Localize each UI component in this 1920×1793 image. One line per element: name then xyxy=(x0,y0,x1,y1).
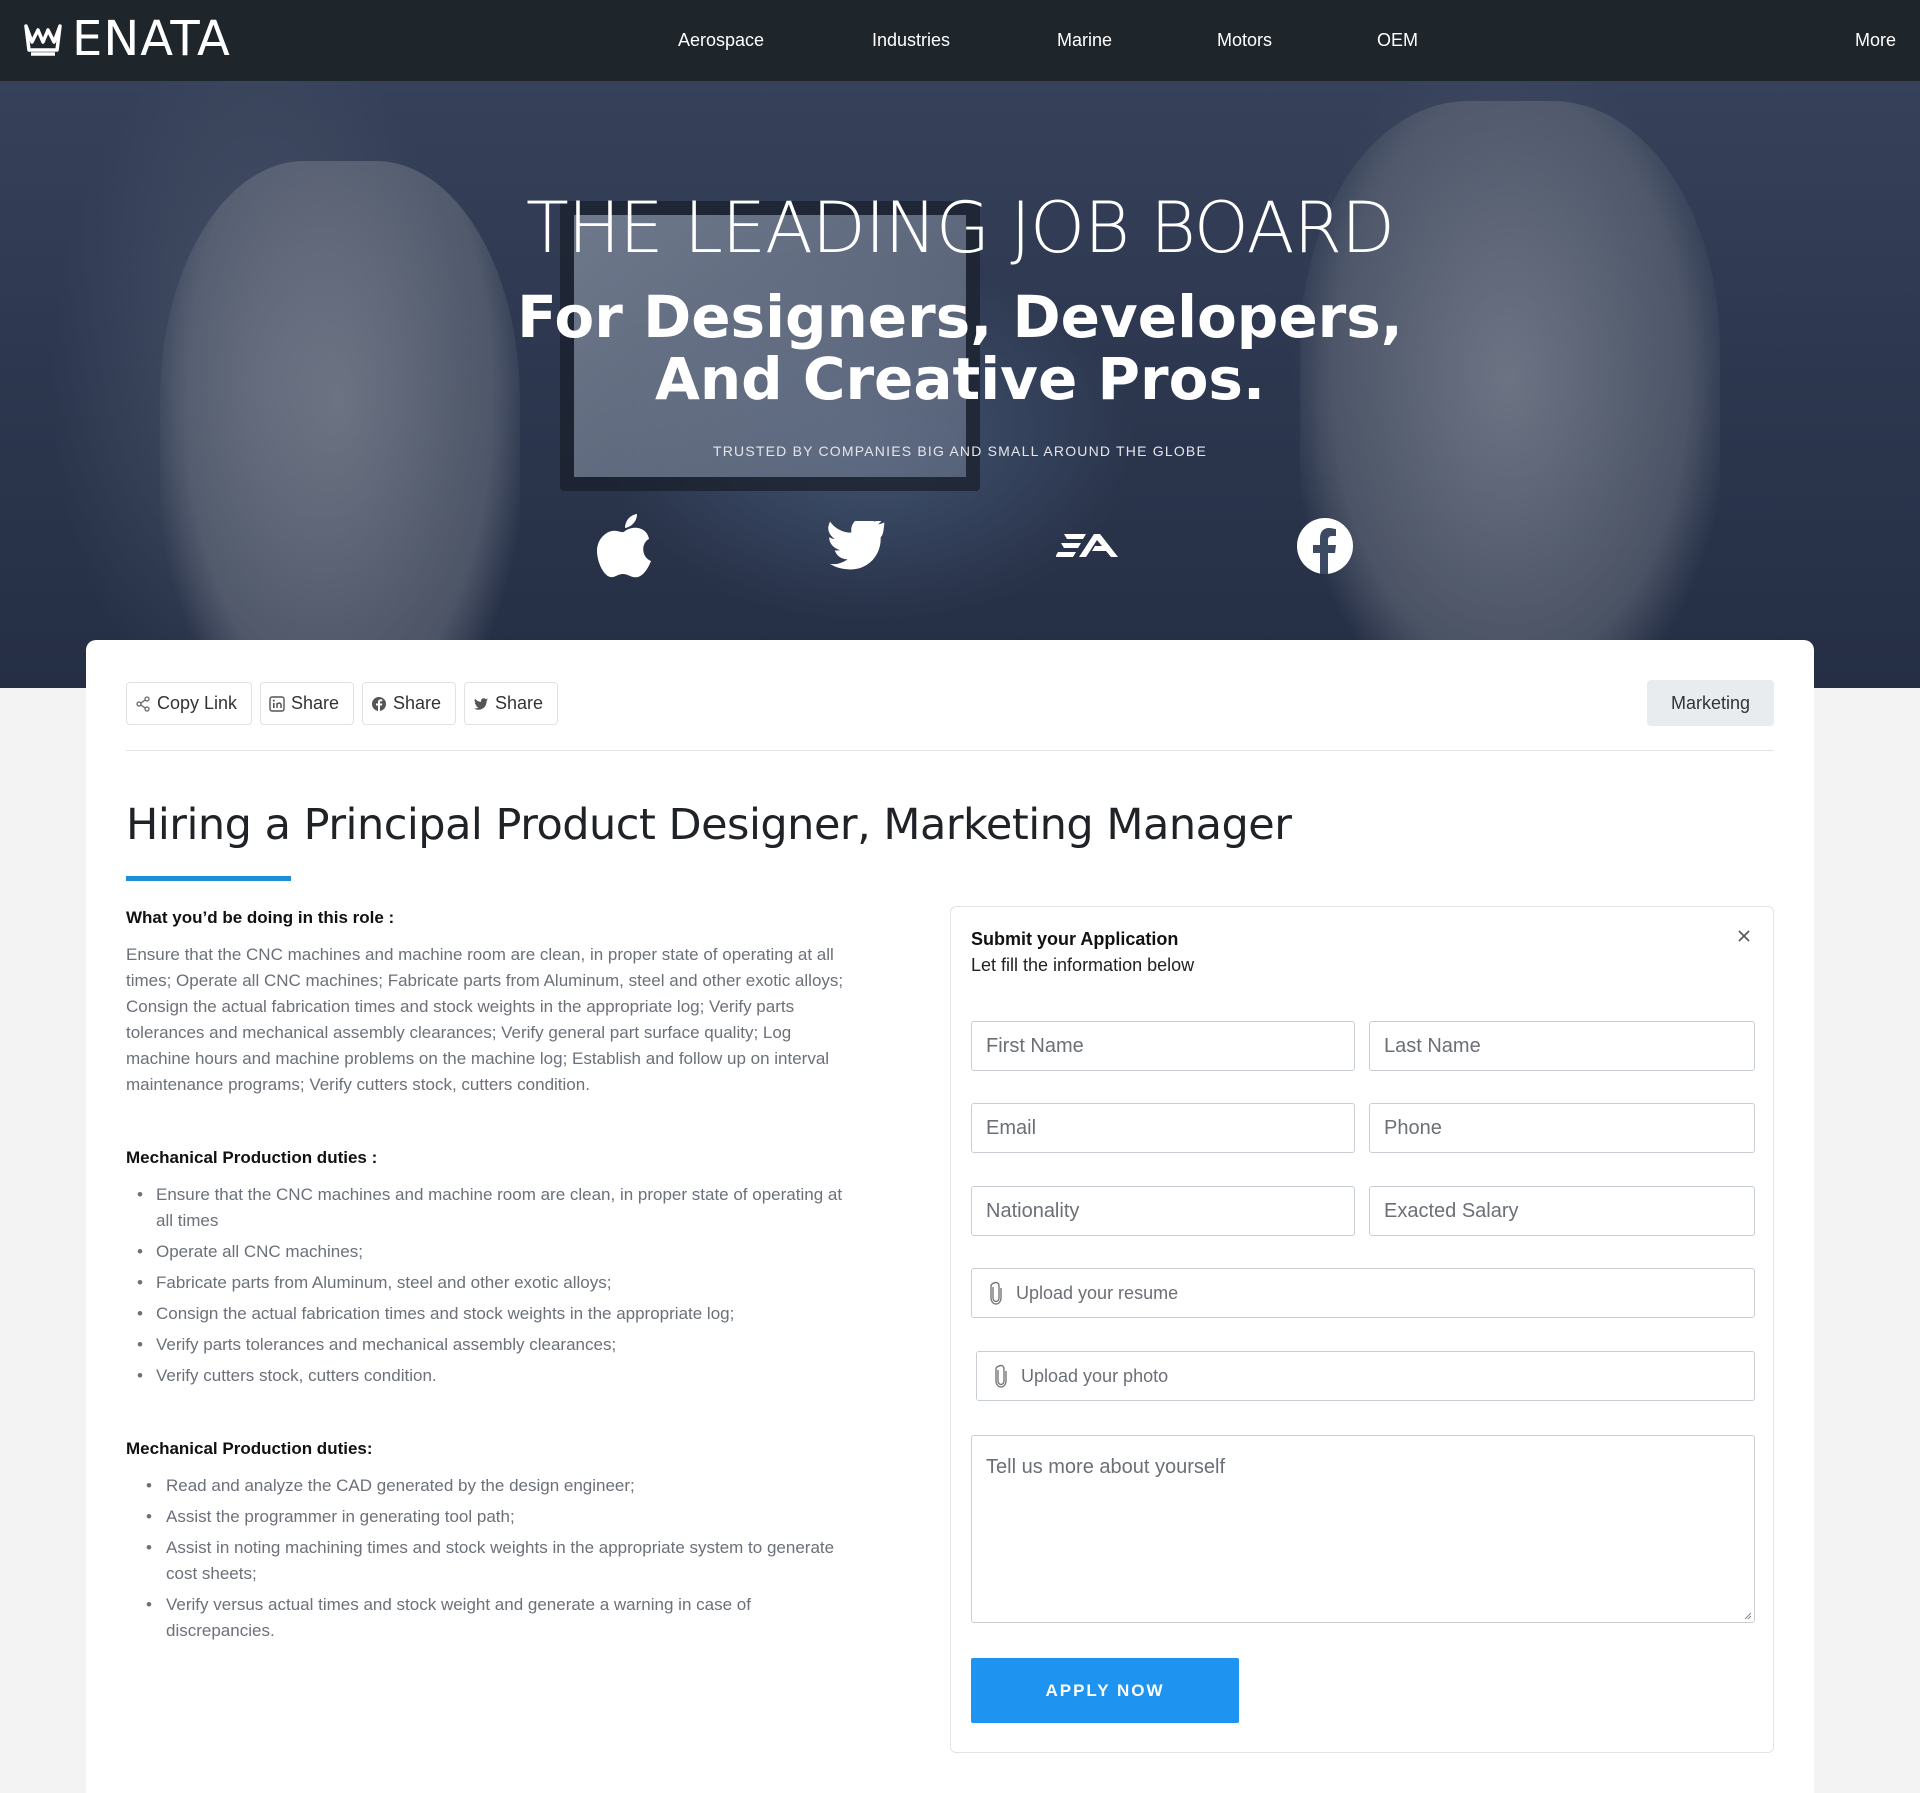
about-placeholder: Tell us more about yourself xyxy=(986,1456,1226,1478)
last-name-field[interactable]: Last Name xyxy=(1369,1021,1755,1071)
linkedin-share-label: Share xyxy=(291,693,340,713)
hero-title: For Designers, Developers, And Creative … xyxy=(0,286,1920,410)
list-item: Verify cutters stock, cutters condition. xyxy=(126,1363,846,1389)
salary-field[interactable]: Exacted Salary xyxy=(1369,1186,1755,1236)
ea-icon xyxy=(1056,511,1126,581)
divider xyxy=(126,750,1774,751)
hero-subtitle: TRUSTED BY COMPANIES BIG AND SMALL AROUN… xyxy=(712,443,1207,459)
list-item: Ensure that the CNC machines and machine… xyxy=(126,1182,846,1234)
nav-item-industries[interactable]: Industries xyxy=(872,30,950,51)
section3-list: Read and analyze the CAD generated by th… xyxy=(126,1473,846,1644)
form-subtitle: Let fill the information below xyxy=(971,955,1195,975)
paperclip-icon xyxy=(995,1364,1007,1388)
phone-field[interactable]: Phone xyxy=(1369,1103,1755,1153)
photo-upload-label: Upload your photo xyxy=(1021,1365,1169,1386)
linkedin-icon xyxy=(269,695,285,712)
trusted-brands xyxy=(590,511,1370,591)
linkedin-share-button[interactable]: Share xyxy=(260,682,354,725)
apple-icon xyxy=(590,511,660,581)
apply-now-button[interactable]: APPLY NOW xyxy=(971,1658,1239,1723)
enata-crown-icon xyxy=(24,24,62,56)
title-underline xyxy=(126,876,291,881)
section2-heading: Mechanical Production duties : xyxy=(126,1148,378,1167)
nav-item-oem[interactable]: OEM xyxy=(1377,30,1418,51)
copy-link-button[interactable]: Copy Link xyxy=(126,682,252,725)
share-nodes-icon xyxy=(136,695,150,712)
resume-upload-label: Upload your resume xyxy=(1016,1282,1179,1303)
hero-kicker: THE LEADING JOB BOARD xyxy=(525,187,1395,269)
top-navbar: ENATA Aerospace Industries Marine Motors… xyxy=(0,0,1920,81)
form-title: Submit your Application xyxy=(971,929,1179,949)
list-item: Verify parts tolerances and mechanical a… xyxy=(126,1332,846,1358)
category-tag[interactable]: Marketing xyxy=(1647,680,1774,726)
facebook-icon xyxy=(1290,511,1360,581)
facebook-share-button[interactable]: Share xyxy=(362,682,456,725)
section2-list: Ensure that the CNC machines and machine… xyxy=(126,1182,846,1389)
nav-item-more[interactable]: More xyxy=(1855,30,1896,51)
hero-title-line1: For Designers, Developers, xyxy=(517,283,1403,351)
hero-title-line2: And Creative Pros. xyxy=(655,345,1265,413)
paperclip-icon xyxy=(990,1281,1002,1305)
facebook-share-label: Share xyxy=(393,693,442,713)
resize-handle-icon[interactable] xyxy=(1742,1610,1752,1620)
section1-heading: What you’d be doing in this role : xyxy=(126,908,395,927)
list-item: Assist in noting machining times and sto… xyxy=(126,1535,846,1587)
list-item: Fabricate parts from Aluminum, steel and… xyxy=(126,1270,846,1296)
twitter-share-button[interactable]: Share xyxy=(464,682,558,725)
job-description: What you’d be doing in this role : Ensur… xyxy=(126,908,846,1649)
share-bar: Copy Link Share Share Share xyxy=(126,682,558,725)
list-item: Verify versus actual times and stock wei… xyxy=(126,1592,846,1644)
photo-upload-field[interactable]: Upload your photo xyxy=(976,1351,1755,1401)
twitter-small-icon xyxy=(474,697,488,710)
list-item: Consign the actual fabrication times and… xyxy=(126,1301,846,1327)
list-item: Assist the programmer in generating tool… xyxy=(126,1504,846,1530)
job-card: Copy Link Share Share Share Marketing Hi… xyxy=(86,640,1814,1793)
nav-item-marine[interactable]: Marine xyxy=(1057,30,1112,51)
section1-text: Ensure that the CNC machines and machine… xyxy=(126,945,844,1094)
enata-logo[interactable]: ENATA xyxy=(22,14,231,64)
job-title: Hiring a Principal Product Designer, Mar… xyxy=(126,800,1292,850)
form-header: Submit your Application Let fill the inf… xyxy=(971,929,1194,976)
list-item: Operate all CNC machines; xyxy=(126,1239,846,1265)
facebook-small-icon xyxy=(372,696,386,711)
copy-link-label: Copy Link xyxy=(157,693,238,713)
list-item: Read and analyze the CAD generated by th… xyxy=(126,1473,846,1499)
first-name-field[interactable]: First Name xyxy=(971,1021,1355,1071)
resume-upload-field[interactable]: Upload your resume xyxy=(971,1268,1755,1318)
application-form: Submit your Application Let fill the inf… xyxy=(950,906,1774,1753)
twitter-icon xyxy=(823,511,893,581)
nationality-field[interactable]: Nationality xyxy=(971,1186,1355,1236)
twitter-share-label: Share xyxy=(495,693,544,713)
section3-heading: Mechanical Production duties: xyxy=(126,1439,373,1458)
nav-item-motors[interactable]: Motors xyxy=(1217,30,1272,51)
about-textarea[interactable]: Tell us more about yourself xyxy=(971,1435,1755,1623)
hero-banner: THE LEADING JOB BOARD For Designers, Dev… xyxy=(0,81,1920,688)
logo-text: ENATA xyxy=(72,11,231,67)
nav-item-aerospace[interactable]: Aerospace xyxy=(678,30,764,51)
email-field[interactable]: Email xyxy=(971,1103,1355,1153)
close-icon[interactable] xyxy=(1735,927,1753,945)
